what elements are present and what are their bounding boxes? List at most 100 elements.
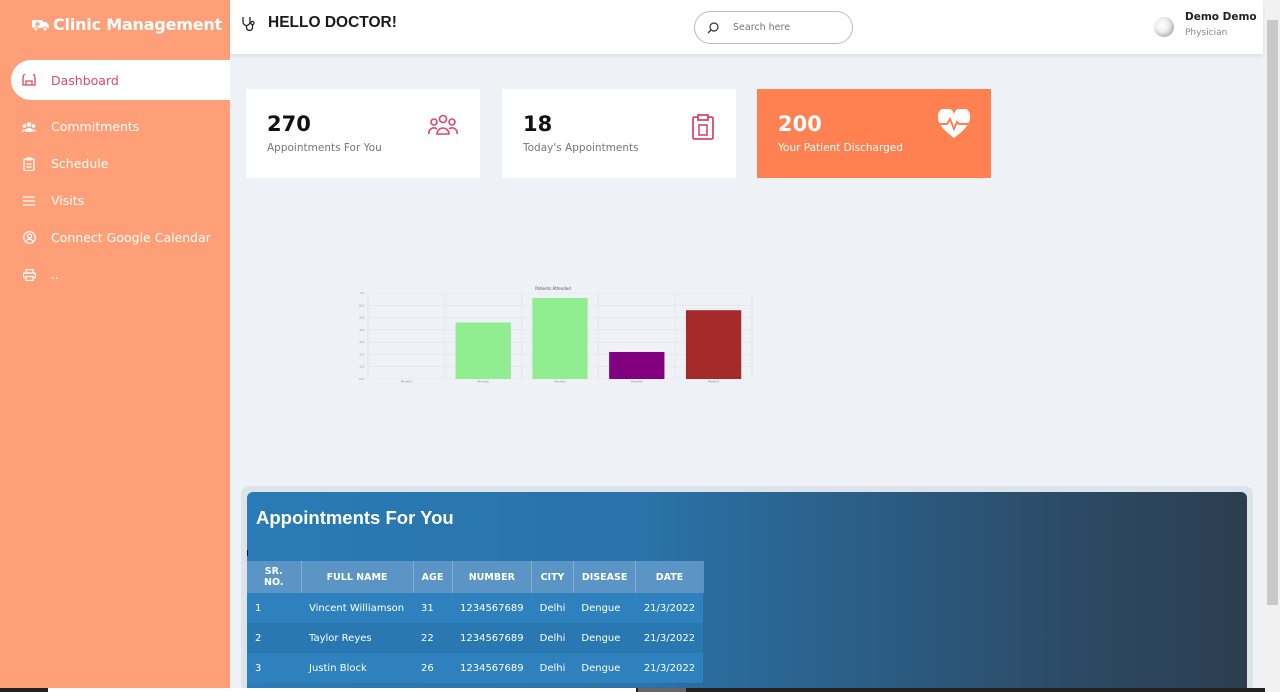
sidebar-item-label: Schedule <box>51 156 109 171</box>
column-header[interactable]: DATE <box>635 561 704 593</box>
column-header[interactable]: NUMBER <box>452 561 533 593</box>
menu-lines-icon <box>22 194 36 208</box>
cell: 2 <box>247 623 301 653</box>
table-row[interactable]: 3 Justin Block 26 1234567689 Delhi Dengu… <box>247 653 704 683</box>
user-circle-icon <box>22 231 36 245</box>
card-value: 200 <box>778 112 822 136</box>
y-tick-label: 5.0 <box>359 316 364 320</box>
horizontal-scrollbar-thumb[interactable] <box>638 688 686 692</box>
clipboard-icon <box>692 114 714 140</box>
search-box[interactable] <box>694 11 853 44</box>
cell: 21/3/2022 <box>635 623 704 653</box>
cell: 21/3/2022 <box>635 653 704 683</box>
sidebar-nav: Dashboard Commitments Schedule Visits Co… <box>0 60 230 293</box>
cell: 1234567689 <box>452 623 532 653</box>
avatar[interactable] <box>1154 17 1174 37</box>
column-header[interactable]: DISEASE <box>573 561 637 593</box>
horizontal-scrollbar-track <box>48 688 636 692</box>
chart-bar[interactable] <box>455 322 511 379</box>
cell: 1234567689 <box>452 653 532 683</box>
column-header[interactable]: CITY <box>531 561 574 593</box>
appointments-card: Appointments For You SR. NO. FULL NAME A… <box>247 492 1247 692</box>
chart-bar[interactable] <box>532 297 588 379</box>
divider <box>247 550 248 556</box>
card-label: Today's Appointments <box>523 142 639 154</box>
card-appointments-for-you[interactable]: 270 Appointments For You <box>246 89 480 178</box>
card-value: 270 <box>267 112 311 136</box>
y-tick-label: 7.0 <box>359 291 364 295</box>
y-tick-label: 3.0 <box>359 340 364 344</box>
appointments-panel: Appointments For You SR. NO. FULL NAME A… <box>241 486 1253 692</box>
user-name: Demo Demo <box>1185 11 1257 23</box>
sidebar-item-label: .. <box>51 267 59 282</box>
x-tick-label: Month2 <box>478 380 489 384</box>
page-title: HELLO DOCTOR! <box>268 14 397 31</box>
cell: 3 <box>247 653 301 683</box>
top-header: HELLO DOCTOR! Demo Demo Physician <box>230 0 1263 54</box>
cell: 21/3/2022 <box>635 593 704 623</box>
sidebar-item-label: Dashboard <box>51 72 119 88</box>
card-label: Your Patient Discharged <box>778 142 903 154</box>
column-header[interactable]: AGE <box>413 561 453 593</box>
x-tick-label: Month4 <box>631 380 642 384</box>
cell: Dengue <box>573 653 636 683</box>
patients-attended-chart: Patients Attended 0.0 1.0 2.0 3.0 4.0 5.0 6.0 7… <box>359 286 753 384</box>
table-row[interactable]: 1 Vincent Williamson 31 1234567689 Delhi… <box>247 593 704 623</box>
cell: Dengue <box>573 623 636 653</box>
sidebar-item-google-calendar[interactable]: Connect Google Calendar <box>0 219 230 256</box>
appointments-table: SR. NO. FULL NAME AGE NUMBER CITY DISEAS… <box>247 561 704 683</box>
x-tick-label: Month5 <box>708 380 719 384</box>
card-label: Appointments For You <box>267 142 382 154</box>
cell: 26 <box>413 653 452 683</box>
y-tick-label: 2.0 <box>359 352 364 356</box>
table-row[interactable]: 2 Taylor Reyes 22 1234567689 Delhi Dengu… <box>247 623 704 653</box>
printer-icon <box>22 268 36 282</box>
chart-title: Patients Attended <box>535 286 571 291</box>
card-patients-discharged[interactable]: 200 Your Patient Discharged <box>757 89 991 178</box>
group-icon <box>22 120 36 134</box>
chart-bar[interactable] <box>609 351 665 379</box>
cell: 1 <box>247 593 301 623</box>
sidebar-item-commitments[interactable]: Commitments <box>0 108 230 145</box>
y-tick-label: 1.0 <box>359 365 364 369</box>
user-profile[interactable]: Demo Demo Physician <box>1154 11 1257 38</box>
sidebar: Clinic Management Dashboard Commitments … <box>0 0 230 692</box>
x-tick-label: Month1 <box>401 380 412 384</box>
heart-pulse-icon <box>937 109 971 138</box>
card-todays-appointments[interactable]: 18 Today's Appointments <box>502 89 736 178</box>
cell: Vincent Williamson <box>301 593 413 623</box>
cell: 31 <box>413 593 452 623</box>
cell: Justin Block <box>301 653 413 683</box>
sidebar-item-label: Commitments <box>51 119 140 134</box>
y-tick-label: 4.0 <box>359 328 364 332</box>
search-icon <box>707 21 719 33</box>
cell: 22 <box>413 623 452 653</box>
appointments-title: Appointments For You <box>256 507 454 528</box>
vertical-scrollbar[interactable] <box>1265 0 1280 692</box>
scrollbar-thumb[interactable] <box>1267 20 1278 605</box>
cell: Delhi <box>531 623 574 653</box>
brand-title: Clinic Management <box>53 14 223 34</box>
cell: Delhi <box>531 593 574 623</box>
cell: Dengue <box>573 593 636 623</box>
ambulance-icon <box>32 20 49 31</box>
column-header[interactable]: SR. NO. <box>247 561 302 593</box>
search-input[interactable] <box>733 22 833 33</box>
y-tick-label: 6.0 <box>359 303 364 307</box>
y-tick-label: 0.0 <box>359 377 364 381</box>
sidebar-item-dashboard[interactable]: Dashboard <box>11 60 230 100</box>
sidebar-item-visits[interactable]: Visits <box>0 182 230 219</box>
cell: Delhi <box>531 653 574 683</box>
brand[interactable]: Clinic Management <box>0 0 230 48</box>
sidebar-item-schedule[interactable]: Schedule <box>0 145 230 182</box>
user-role: Physician <box>1185 28 1228 38</box>
sidebar-item-more[interactable]: .. <box>0 256 230 293</box>
chart-bar[interactable] <box>685 310 742 379</box>
column-header[interactable]: FULL NAME <box>301 561 414 593</box>
people-icon <box>428 114 458 135</box>
x-tick-label: Month3 <box>554 380 565 384</box>
table-header-row: SR. NO. FULL NAME AGE NUMBER CITY DISEAS… <box>247 561 704 593</box>
sidebar-item-label: Connect Google Calendar <box>51 230 211 245</box>
clipboard-icon <box>22 157 36 171</box>
dashboard-icon <box>22 73 36 87</box>
